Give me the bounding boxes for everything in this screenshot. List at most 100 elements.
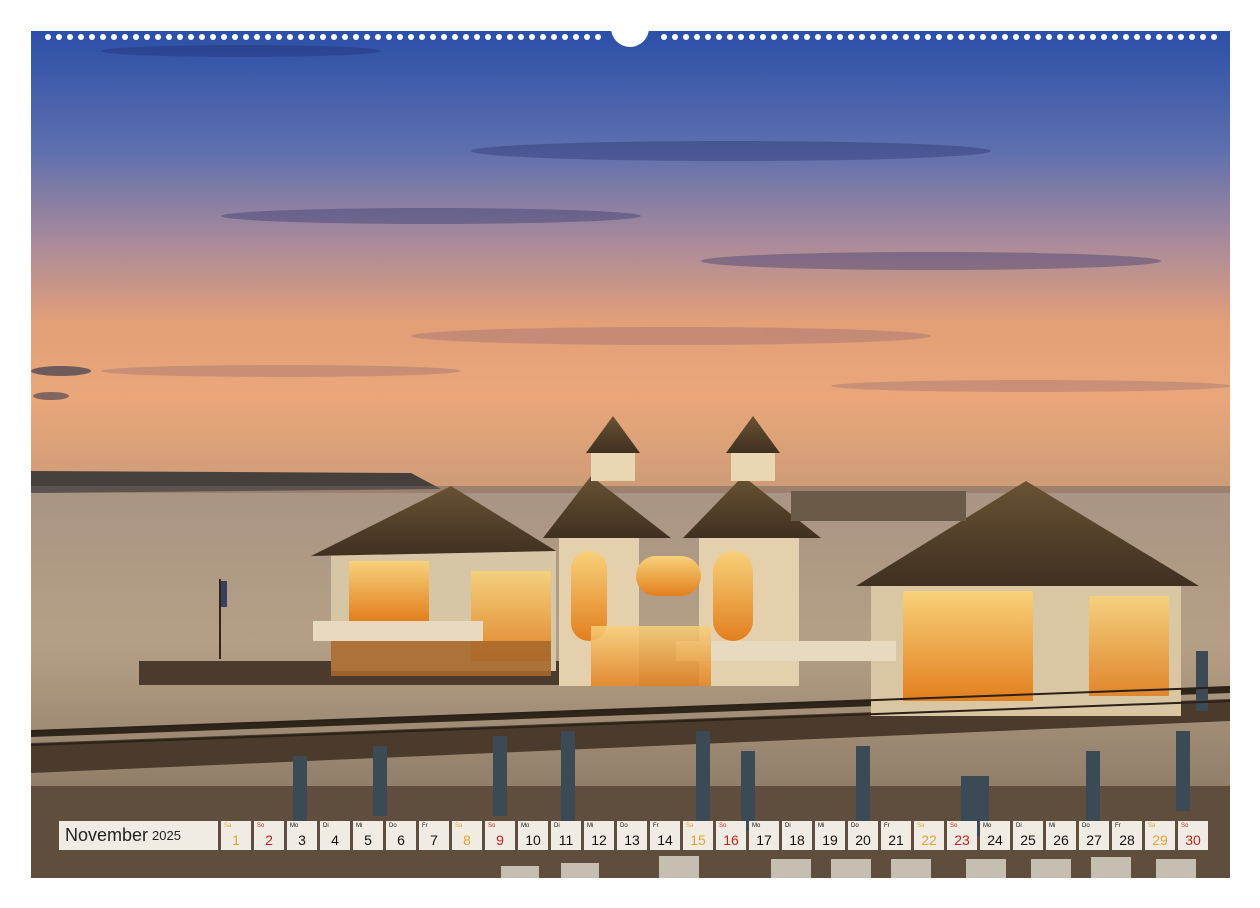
binding-hole — [760, 34, 766, 40]
binding-hole — [353, 34, 359, 40]
binding-hole — [287, 34, 293, 40]
day-cell: Di 4 — [320, 821, 350, 850]
binding-hole — [45, 34, 51, 40]
day-cell: Mi 26 — [1046, 821, 1076, 850]
day-cell: Fr 28 — [1112, 821, 1142, 850]
binding-hole — [672, 34, 678, 40]
binding-hole — [518, 34, 524, 40]
binding-hole — [331, 34, 337, 40]
binding-hole — [342, 34, 348, 40]
binding-hole — [122, 34, 128, 40]
day-number: 11 — [558, 832, 574, 848]
binding-hole — [177, 34, 183, 40]
binding-hole — [661, 34, 667, 40]
day-number: 16 — [723, 832, 739, 848]
day-cell: Mi 19 — [815, 821, 845, 850]
day-weekday: Di — [1016, 823, 1022, 829]
day-number: 19 — [822, 832, 838, 848]
binding-hole — [947, 34, 953, 40]
binding-hole — [826, 34, 832, 40]
binding-hole — [1112, 34, 1118, 40]
day-number: 22 — [921, 832, 937, 848]
day-cell: Do 13 — [617, 821, 647, 850]
binding-hole — [1167, 34, 1173, 40]
day-number: 20 — [855, 832, 871, 848]
binding-hole — [111, 34, 117, 40]
binding-hole — [397, 34, 403, 40]
day-weekday: Fr — [884, 823, 890, 829]
binding-hole — [1178, 34, 1184, 40]
day-weekday: So — [1181, 823, 1189, 829]
binding-hole — [584, 34, 590, 40]
binding-hole — [848, 34, 854, 40]
day-cell: Sa 29 — [1145, 821, 1175, 850]
day-number: 29 — [1152, 832, 1168, 848]
binding-hole — [991, 34, 997, 40]
binding-hole — [1200, 34, 1206, 40]
day-cell: Mo 17 — [749, 821, 779, 850]
binding-hole — [881, 34, 887, 40]
day-weekday: Fr — [1115, 823, 1121, 829]
day-weekday: Di — [323, 823, 329, 829]
binding-hole — [562, 34, 568, 40]
binding-hole — [133, 34, 139, 40]
binding-hole — [463, 34, 469, 40]
day-cell: So 9 — [485, 821, 515, 850]
day-cell: Mi 12 — [584, 821, 614, 850]
day-number: 4 — [331, 832, 339, 848]
binding-hole — [793, 34, 799, 40]
day-weekday: Mi — [587, 823, 594, 829]
binding-hole — [870, 34, 876, 40]
binding-hole — [89, 34, 95, 40]
day-weekday: Sa — [1148, 823, 1156, 829]
binding-hole — [144, 34, 150, 40]
binding-hole — [474, 34, 480, 40]
binding-hole — [298, 34, 304, 40]
day-number: 27 — [1086, 832, 1102, 848]
binding-hole — [78, 34, 84, 40]
binding-hole — [705, 34, 711, 40]
binding-hole — [925, 34, 931, 40]
day-cell: Do 20 — [848, 821, 878, 850]
day-number: 5 — [364, 832, 372, 848]
binding-hole — [276, 34, 282, 40]
binding-hole — [210, 34, 216, 40]
day-cell: So 2 — [254, 821, 284, 850]
day-cell: Fr 21 — [881, 821, 911, 850]
binding-hole — [1035, 34, 1041, 40]
binding-hole — [683, 34, 689, 40]
day-cell: Di 11 — [551, 821, 581, 850]
month-name: November — [65, 825, 149, 845]
day-cell: Sa 22 — [914, 821, 944, 850]
binding-hole — [749, 34, 755, 40]
day-weekday: Fr — [422, 823, 428, 829]
binding-hole — [694, 34, 700, 40]
day-number: 6 — [397, 832, 405, 848]
binding-hole — [1101, 34, 1107, 40]
binding-hole — [529, 34, 535, 40]
binding-hole — [771, 34, 777, 40]
day-weekday: Do — [1082, 823, 1090, 829]
day-weekday: So — [257, 823, 265, 829]
binding-hole — [727, 34, 733, 40]
binding-hole — [903, 34, 909, 40]
day-weekday: Di — [554, 823, 560, 829]
day-weekday: Mi — [356, 823, 363, 829]
binding-hole — [540, 34, 546, 40]
binding-hole — [595, 34, 601, 40]
day-weekday: So — [719, 823, 727, 829]
binding-hole — [100, 34, 106, 40]
binding-hole — [914, 34, 920, 40]
day-weekday: Sa — [455, 823, 463, 829]
binding-hole — [804, 34, 810, 40]
binding-hole — [1145, 34, 1151, 40]
binding-hole — [199, 34, 205, 40]
binding-hole — [1123, 34, 1129, 40]
calendar-page: November 2025 Sa 1 So 2 Mo 3 Di 4 Mi 5 Do 6 Fr… — [0, 0, 1260, 908]
binding-hole — [551, 34, 557, 40]
binding-hole — [936, 34, 942, 40]
day-weekday: Mo — [521, 823, 530, 829]
binding-hole — [716, 34, 722, 40]
day-cell: So 30 — [1178, 821, 1208, 850]
day-number: 13 — [624, 832, 640, 848]
